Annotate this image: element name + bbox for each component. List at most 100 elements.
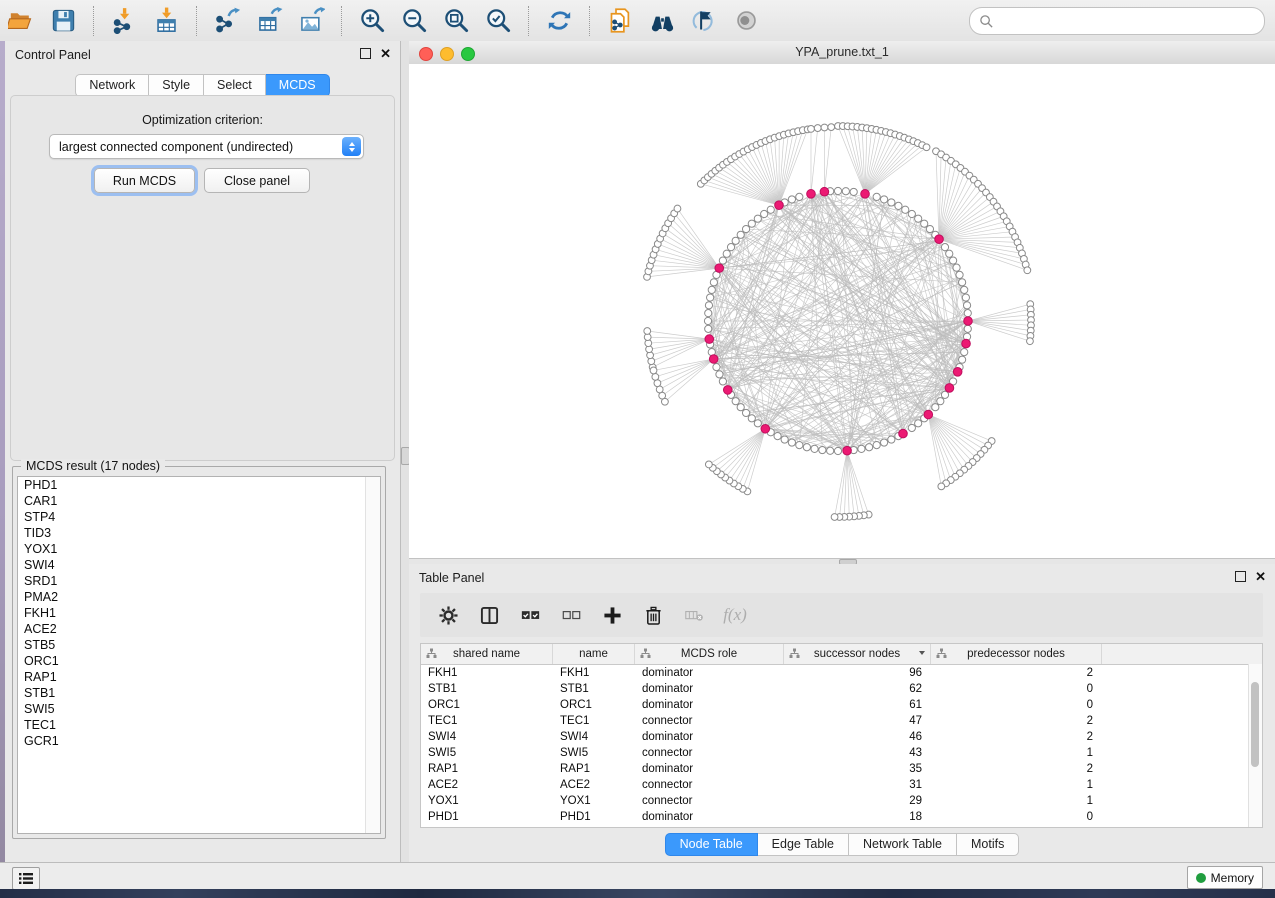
mcds-result-item[interactable]: STP4 [18,509,380,525]
table-row[interactable]: RAP1RAP1dominator352 [421,761,1262,777]
network-from-document-button[interactable] [606,7,634,35]
cell-predecessor_nodes: 0 [931,809,1102,825]
zoom-selected-button[interactable] [484,7,512,35]
mcds-result-item[interactable]: STB5 [18,637,380,653]
network-graph[interactable] [409,64,1275,558]
import-network-button[interactable] [110,7,138,35]
export-image-button[interactable] [297,7,325,35]
mcds-result-item[interactable]: GCR1 [18,733,380,749]
show-hide-button[interactable] [732,7,760,35]
table-row[interactable]: ACE2ACE2connector311 [421,777,1262,793]
cell-successor_nodes: 31 [784,777,931,793]
table-row[interactable]: FKH1FKH1dominator962 [421,665,1262,681]
mcds-result-item[interactable]: ORC1 [18,653,380,669]
table-row[interactable]: SWI4SWI4dominator462 [421,729,1262,745]
column-header-mcds_role[interactable]: MCDS role [635,644,784,664]
cell-shared_name: STB1 [421,681,553,697]
table-scrollbar[interactable] [1248,664,1262,827]
cell-predecessor_nodes: 0 [931,697,1102,713]
delete-rows-button[interactable] [642,604,664,626]
float-panel-icon[interactable] [1235,571,1246,582]
import-table-button[interactable] [152,7,180,35]
table-row[interactable]: PHD1PHD1dominator180 [421,809,1262,825]
search-box[interactable] [969,7,1265,35]
mcds-result-item[interactable]: TID3 [18,525,380,541]
table-row[interactable]: TEC1TEC1connector472 [421,713,1262,729]
table-row[interactable]: ORC1ORC1dominator610 [421,697,1262,713]
cell-predecessor_nodes: 1 [931,745,1102,761]
select-all-button[interactable] [519,604,541,626]
network-window-titlebar[interactable]: YPA_prune.txt_1 [409,41,1275,65]
tab-style[interactable]: Style [149,74,204,97]
cell-predecessor_nodes: 2 [931,665,1102,681]
toolbar-separator [93,6,94,36]
mcds-result-item[interactable]: PMA2 [18,589,380,605]
add-row-button[interactable] [601,604,623,626]
network-canvas[interactable] [409,64,1275,558]
column-header-predecessor_nodes[interactable]: predecessor nodes [931,644,1102,664]
cell-mcds_role: connector [635,793,784,809]
search-icon [979,14,994,29]
criterion-dropdown[interactable]: largest connected component (undirected) [49,134,364,159]
mcds-result-item[interactable]: FKH1 [18,605,380,621]
zoom-out-button[interactable] [400,7,428,35]
cell-name: ORC1 [553,697,635,713]
import-table-icon [153,7,180,34]
table-row[interactable]: SWI5SWI5connector431 [421,745,1262,761]
cell-successor_nodes: 62 [784,681,931,697]
tab-node-table[interactable]: Node Table [665,833,758,856]
search-network-button[interactable] [648,7,676,35]
close-panel-icon[interactable]: ✕ [380,49,391,59]
deselect-all-button[interactable] [560,604,582,626]
mcds-tab-content: Optimization criterion: largest connecte… [10,95,395,461]
show-columns-button[interactable] [478,604,500,626]
mcds-result-item[interactable]: CAR1 [18,493,380,509]
save-session-button[interactable] [49,7,77,35]
open-file-button[interactable] [7,7,35,35]
tab-network[interactable]: Network [75,74,149,97]
close-panel-icon[interactable]: ✕ [1255,572,1266,582]
table-row[interactable]: STB1STB1dominator620 [421,681,1262,697]
column-header-name[interactable]: name [553,644,635,664]
criterion-value: largest connected component (undirected) [50,140,342,154]
table-row[interactable]: YOX1YOX1connector291 [421,793,1262,809]
mcds-result-item[interactable]: SWI4 [18,557,380,573]
mcds-list-scrollbar[interactable] [365,477,380,833]
mcds-result-item[interactable]: SWI5 [18,701,380,717]
search-input[interactable] [994,11,1264,31]
mcds-result-list[interactable]: PHD1CAR1STP4TID3YOX1SWI4SRD1PMA2FKH1ACE2… [17,476,381,834]
tab-select[interactable]: Select [204,74,266,97]
mcds-result-item[interactable]: STB1 [18,685,380,701]
tab-mcds[interactable]: MCDS [266,74,330,97]
mcds-result-item[interactable]: SRD1 [18,573,380,589]
scrollbar-thumb[interactable] [1251,682,1259,767]
zoom-out-icon [401,7,428,34]
toggle-graphics-details-button[interactable] [690,7,718,35]
column-header-successor_nodes[interactable]: successor nodes [784,644,931,664]
zoom-fit-button[interactable] [442,7,470,35]
export-table-button[interactable] [255,7,283,35]
mcds-result-item[interactable]: ACE2 [18,621,380,637]
cell-name: ACE2 [553,777,635,793]
node-table[interactable]: shared namenameMCDS rolesuccessor nodesp… [420,643,1263,828]
gear-icon [439,606,458,625]
tab-network-table[interactable]: Network Table [849,833,957,856]
delete-column-button[interactable] [683,604,705,626]
function-builder-button[interactable]: f(x) [724,604,746,626]
export-network-button[interactable] [213,7,241,35]
mcds-result-item[interactable]: PHD1 [18,477,380,493]
zoom-in-button[interactable] [358,7,386,35]
memory-button[interactable]: Memory [1187,866,1263,889]
mcds-result-item[interactable]: RAP1 [18,669,380,685]
tab-edge-table[interactable]: Edge Table [758,833,849,856]
close-panel-button[interactable]: Close panel [204,168,310,193]
tab-motifs[interactable]: Motifs [957,833,1019,856]
run-mcds-button[interactable]: Run MCDS [94,168,195,193]
float-panel-icon[interactable] [360,48,371,59]
column-header-shared_name[interactable]: shared name [421,644,553,664]
mcds-result-item[interactable]: YOX1 [18,541,380,557]
mcds-result-item[interactable]: TEC1 [18,717,380,733]
log-console-button[interactable] [12,867,40,890]
refresh-view-button[interactable] [545,7,573,35]
table-settings-button[interactable] [437,604,459,626]
